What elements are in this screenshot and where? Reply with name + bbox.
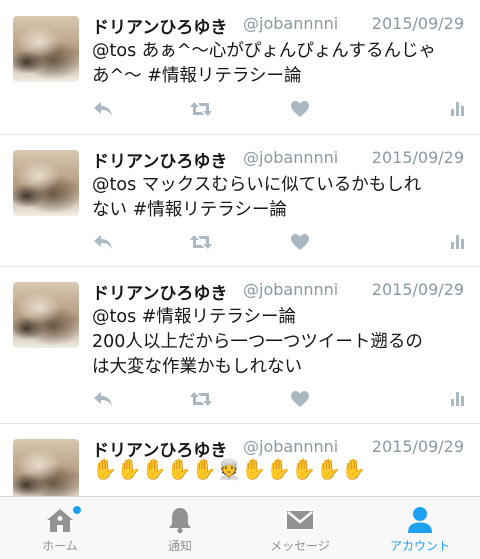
author-handle: @jobannnni: [243, 14, 339, 33]
tweet-date: 2015/09/29: [371, 148, 464, 167]
tweet-text: @tos あぁ^〜心がぴょんぴょんするんじゃ あ^〜 #情報リテラシー論: [92, 39, 464, 89]
tweet-text: ✋✋✋✋✋👳✋✋✋✋✋: [92, 457, 366, 481]
author-handle: @jobannnni: [243, 437, 339, 456]
tweet-text-line: @tos マックスむらいに似ているかもしれ: [92, 175, 422, 195]
tab-label: メッセージ: [270, 539, 330, 553]
tweet-text-line: @tos あぁ^〜心がぴょんぴょんするんじゃ: [92, 41, 437, 61]
avatar[interactable]: [13, 439, 79, 496]
analytics-icon[interactable]: [448, 389, 468, 409]
retweet-icon[interactable]: [189, 389, 213, 409]
retweet-icon[interactable]: [189, 232, 213, 252]
tweet-text-line: は大変な作業かもしれない: [92, 357, 302, 377]
author-name[interactable]: ドリアンひろゆき: [92, 147, 227, 172]
tab-notifications[interactable]: 通知: [120, 497, 240, 559]
timeline[interactable]: ドリアンひろゆき @jobannnni 2015/09/29 @tos あぁ^〜…: [0, 0, 480, 496]
retweet-icon[interactable]: [189, 99, 213, 119]
reply-icon[interactable]: [92, 232, 114, 252]
tweet-date: 2015/09/29: [371, 437, 464, 456]
tweet-date: 2015/09/29: [371, 14, 464, 33]
reply-icon[interactable]: [92, 99, 114, 119]
analytics-icon[interactable]: [448, 232, 468, 252]
author-name[interactable]: ドリアンひろゆき: [92, 279, 227, 304]
like-icon[interactable]: [289, 232, 311, 252]
tweet-actions: [92, 389, 472, 409]
tweet-text-line: 200人以上だから一つ一つツイート遡るの: [92, 332, 423, 352]
notification-badge: [72, 505, 82, 515]
envelope-icon: [285, 506, 315, 534]
tweet[interactable]: ドリアンひろゆき @jobannnni 2015/09/29 @tos #情報リ…: [0, 266, 480, 424]
tweet[interactable]: ドリアンひろゆき @jobannnni 2015/09/29 @tos あぁ^〜…: [0, 0, 480, 135]
analytics-icon[interactable]: [448, 99, 468, 119]
tweet-actions: [92, 232, 472, 252]
tweet-text: @tos #情報リテラシー論 200人以上だから一つ一つツイート遡るの は大変な…: [92, 305, 464, 380]
avatar[interactable]: [13, 150, 79, 216]
tweet-text-line: @tos #情報リテラシー論: [92, 307, 297, 327]
tab-bar: ホーム 通知 メッセージ アカウント: [0, 496, 480, 559]
author-handle: @jobannnni: [243, 148, 339, 167]
person-icon: [406, 506, 434, 534]
author-handle: @jobannnni: [243, 280, 339, 299]
reply-icon[interactable]: [92, 389, 114, 409]
tab-label: 通知: [167, 539, 192, 553]
home-icon: [45, 506, 75, 534]
avatar[interactable]: [13, 282, 79, 348]
tweet[interactable]: ドリアンひろゆき @jobannnni 2015/09/29 @tos マックス…: [0, 134, 480, 267]
tab-home[interactable]: ホーム: [0, 497, 120, 559]
like-icon[interactable]: [289, 389, 311, 409]
tweet-text: @tos マックスむらいに似ているかもしれ ない #情報リテラシー論: [92, 173, 464, 223]
tab-label: ホーム: [42, 539, 78, 553]
avatar[interactable]: [13, 16, 79, 82]
bell-icon: [167, 506, 193, 534]
tweet-actions: [92, 99, 472, 119]
tab-label: アカウント: [389, 539, 450, 553]
tab-messages[interactable]: メッセージ: [240, 497, 360, 559]
tweet-date: 2015/09/29: [371, 280, 464, 299]
tab-account[interactable]: アカウント: [360, 497, 480, 559]
author-name[interactable]: ドリアンひろゆき: [92, 13, 227, 38]
like-icon[interactable]: [289, 99, 311, 119]
tweet-text-line: ない #情報リテラシー論: [92, 200, 287, 220]
tweet[interactable]: ドリアンひろゆき @jobannnni 2015/09/29 ✋✋✋✋✋👳✋✋✋…: [0, 423, 480, 496]
tweet-text-line: あ^〜 #情報リテラシー論: [92, 66, 302, 86]
